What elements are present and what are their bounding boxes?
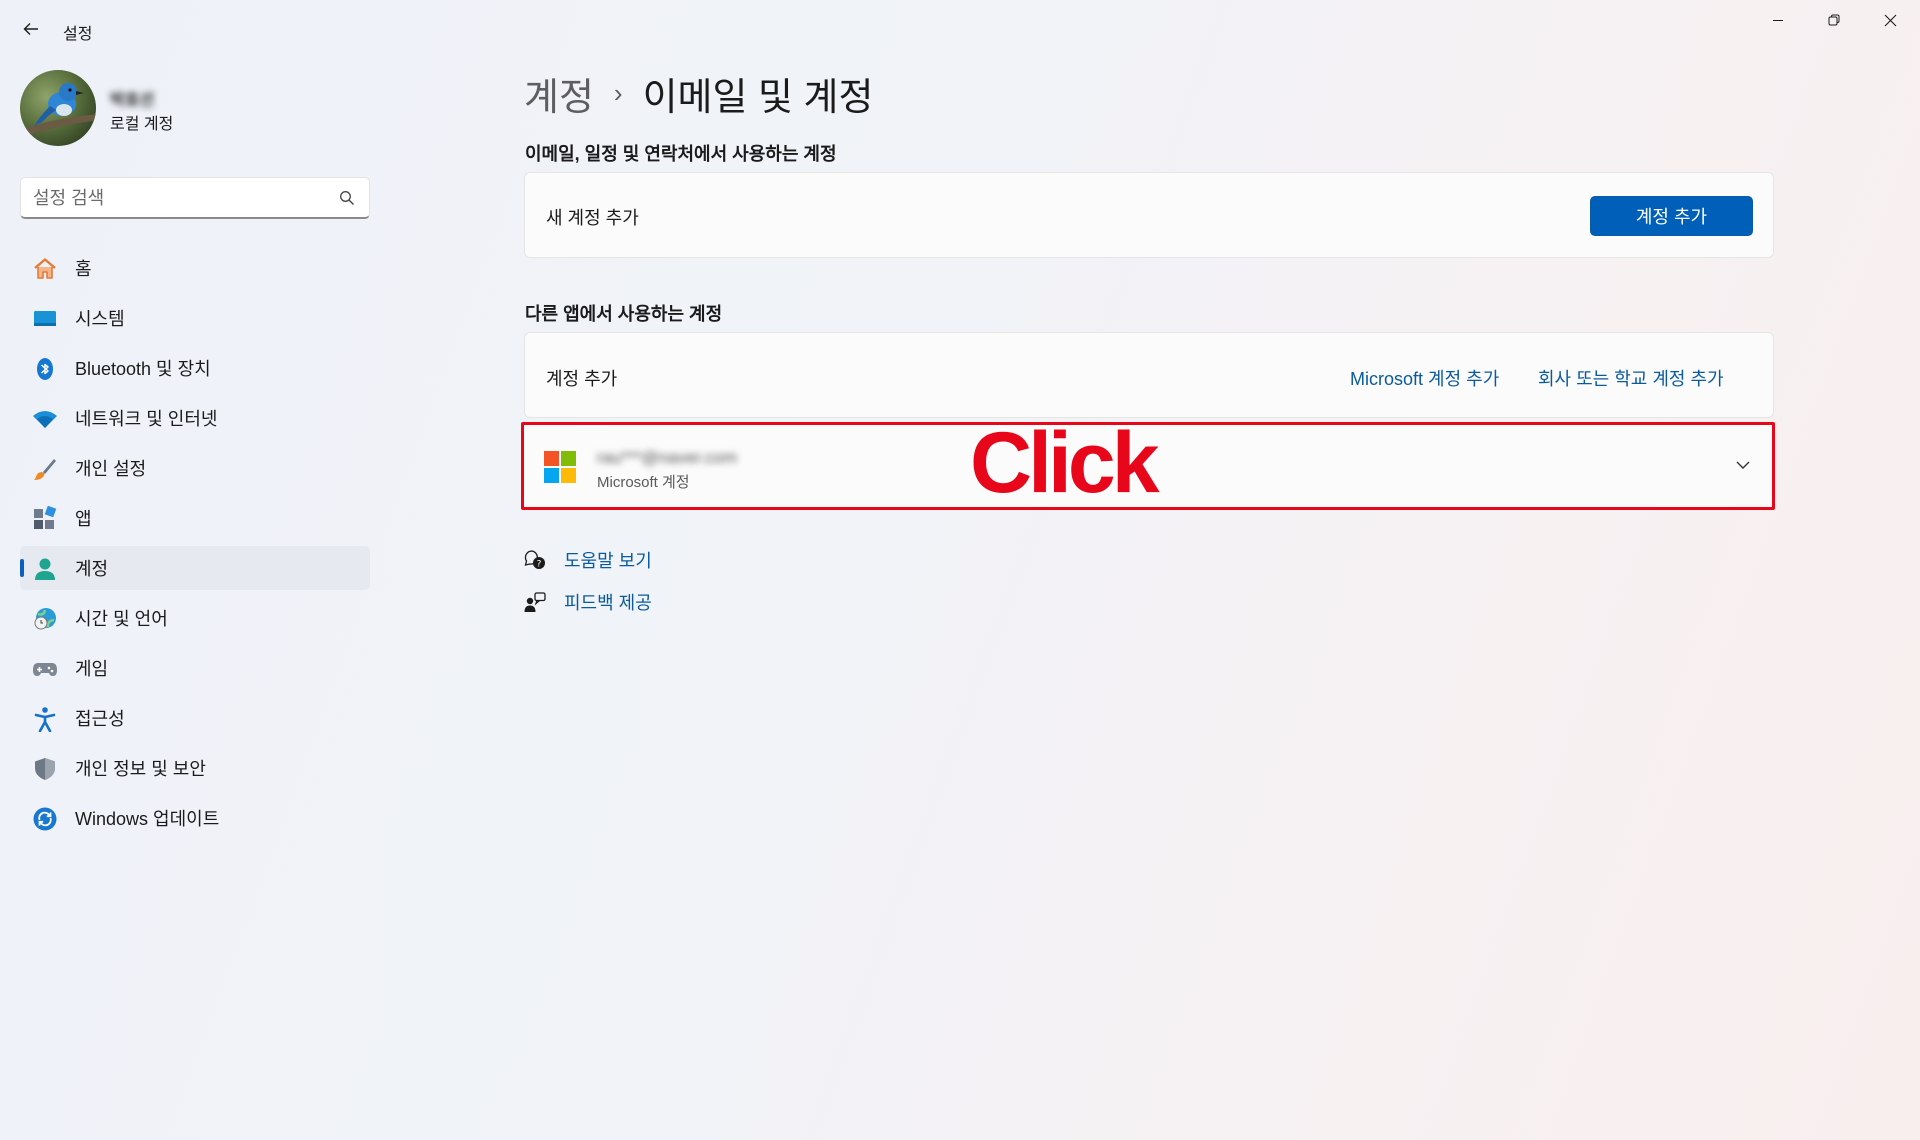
sidebar-item-privacy[interactable]: 개인 정보 및 보안 [20,746,370,790]
home-icon [32,256,58,282]
restore-button[interactable] [1806,0,1862,40]
sidebar-item-accounts[interactable]: 계정 [20,546,370,590]
help-chat-icon: ? [524,550,545,570]
add-account-card: 계정 추가 Microsoft 계정 추가 회사 또는 학교 계정 추가 [524,332,1774,418]
chevron-down-icon[interactable] [1734,456,1752,474]
sidebar-item-label: Windows 업데이트 [75,809,220,829]
app-title: 설정 [63,26,93,43]
add-account-button[interactable]: 계정 추가 [1590,196,1753,236]
account-email: rau***@naver.com [597,448,738,467]
search-input[interactable] [33,186,323,210]
sidebar-item-label: 홈 [75,259,92,279]
shield-icon [32,756,58,782]
sidebar-item-windows-update[interactable]: Windows 업데이트 [20,796,370,840]
breadcrumb: 계정 › 이메일 및 계정 [524,66,873,121]
system-icon [32,306,58,332]
back-arrow-icon [23,23,38,35]
search-icon[interactable] [339,190,355,206]
apps-icon [32,506,58,532]
sidebar-item-label: 시간 및 언어 [75,609,168,629]
close-icon [1884,14,1896,26]
breadcrumb-separator: › [613,78,623,108]
feedback-row[interactable]: 피드백 제공 [524,587,652,617]
add-account-label: 계정 추가 [546,369,618,389]
svg-text:?: ? [537,560,542,570]
sidebar-item-label: 계정 [75,559,109,579]
add-work-school-account-link[interactable]: 회사 또는 학교 계정 추가 [1538,365,1724,391]
sidebar-item-gaming[interactable]: 게임 [20,646,370,690]
section-title-email-calendar: 이메일, 일정 및 연락처에서 사용하는 계정 [525,144,837,164]
restore-icon [1828,14,1840,26]
sidebar-item-bluetooth[interactable]: Bluetooth 및 장치 [20,346,370,390]
breadcrumb-parent[interactable]: 계정 [524,66,594,121]
sidebar-item-label: 개인 정보 및 보안 [75,759,206,779]
back-button[interactable] [16,14,46,44]
sidebar-item-label: 개인 설정 [75,459,147,479]
sidebar-item-label: 시스템 [75,309,125,329]
sidebar-item-label: 게임 [75,659,109,679]
account-type-label: 로컬 계정 [110,116,174,133]
sidebar-item-label: Bluetooth 및 장치 [75,359,211,379]
add-new-account-label: 새 계정 추가 [546,208,639,228]
sidebar-item-label: 접근성 [75,709,125,729]
add-new-account-card: 새 계정 추가 계정 추가 [524,172,1774,258]
microsoft-logo-icon [544,451,576,483]
bluetooth-icon [32,356,58,382]
microsoft-account-row[interactable]: rau***@naver.com Microsoft 계정 [524,424,1774,508]
sidebar-item-apps[interactable]: 앱 [20,496,370,540]
user-profile[interactable]: 박효선 로컬 계정 [20,70,380,146]
add-microsoft-account-link[interactable]: Microsoft 계정 추가 [1350,365,1499,391]
feedback-icon [524,592,546,612]
account-type: Microsoft 계정 [597,474,690,491]
close-button[interactable] [1862,0,1918,40]
globe-clock-icon [32,606,58,632]
settings-search[interactable] [20,177,370,219]
sidebar-item-home[interactable]: 홈 [20,246,370,290]
sidebar-item-system[interactable]: 시스템 [20,296,370,340]
title-bar: 설정 [0,0,1920,60]
minimize-icon [1773,20,1783,21]
user-name: 박효선 [110,92,155,109]
person-icon [32,556,58,582]
brush-icon [32,456,58,482]
get-help-row[interactable]: ? 도움말 보기 [524,545,652,575]
sidebar-item-time-language[interactable]: 시간 및 언어 [20,596,370,640]
update-icon [32,806,58,832]
sidebar-item-accessibility[interactable]: 접근성 [20,696,370,740]
sidebar-item-label: 네트워크 및 인터넷 [75,409,218,429]
sidebar-nav: 홈 시스템 Bluetooth 및 장치 네트워크 및 인터넷 개인 설정 앱 [20,246,370,846]
get-help-link[interactable]: 도움말 보기 [564,547,652,573]
wifi-icon [32,406,58,432]
sidebar-item-network[interactable]: 네트워크 및 인터넷 [20,396,370,440]
minimize-button[interactable] [1750,0,1806,40]
sidebar-item-label: 앱 [75,509,92,529]
page-title: 이메일 및 계정 [642,77,874,119]
section-title-other-apps: 다른 앱에서 사용하는 계정 [525,304,723,324]
sidebar-item-personalization[interactable]: 개인 설정 [20,446,370,490]
gamepad-icon [32,656,58,682]
accessibility-icon [32,706,58,732]
avatar [20,70,96,146]
feedback-link[interactable]: 피드백 제공 [564,589,652,615]
